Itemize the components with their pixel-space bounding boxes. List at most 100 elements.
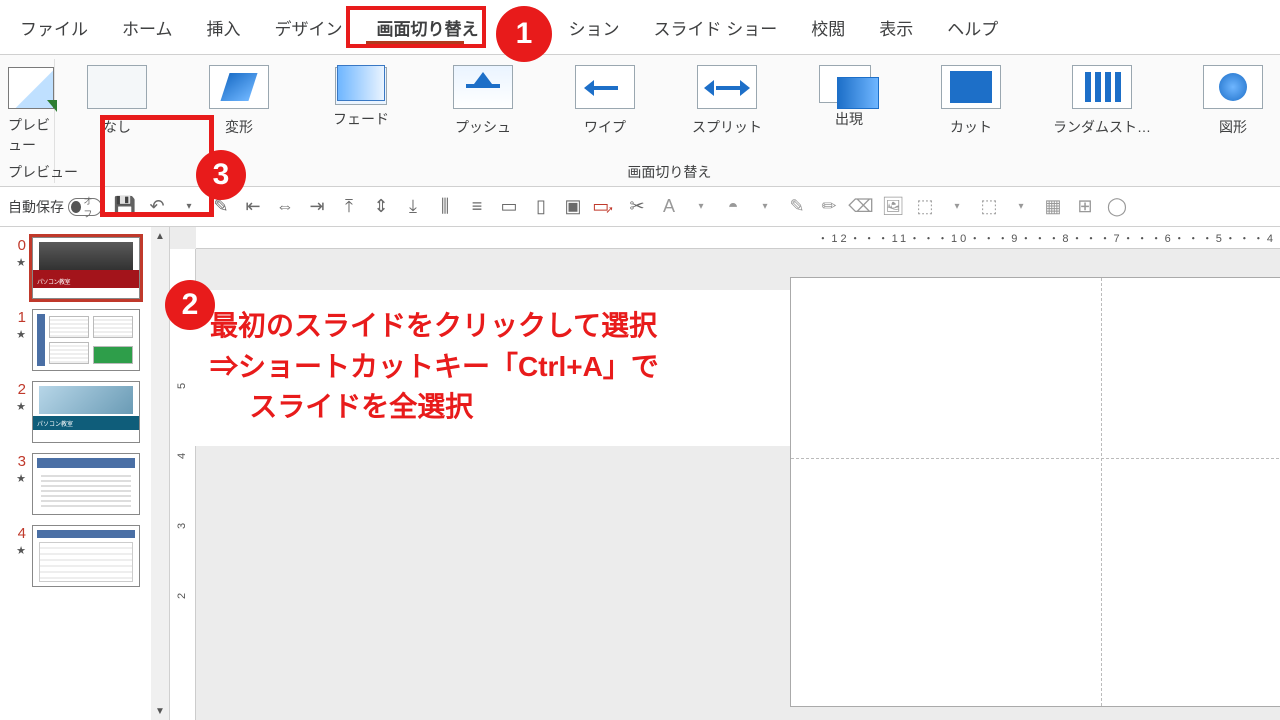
- transition-fade-label: フェード: [333, 109, 389, 129]
- tab-file[interactable]: ファイル: [6, 11, 102, 44]
- align-middle-icon[interactable]: ⇕: [366, 193, 396, 221]
- ribbon-tabs: ファイル ホーム 挿入 デザイン 画面切り替え ション スライド ショー 校閲 …: [0, 0, 1280, 55]
- transition-none-label: なし: [103, 117, 131, 137]
- highlighter-icon[interactable]: ✏: [814, 193, 844, 221]
- save-icon[interactable]: 💾: [110, 193, 140, 221]
- select-arrow-icon[interactable]: ▭➚: [590, 193, 620, 221]
- undo-dropdown-icon[interactable]: ▾: [174, 193, 204, 221]
- transition-none[interactable]: なし: [71, 65, 163, 137]
- picture-icon[interactable]: 🖼: [878, 193, 908, 221]
- tab-hidden-partial[interactable]: ション: [569, 11, 634, 44]
- send-backward-dropdown-icon[interactable]: ▾: [1006, 193, 1036, 221]
- align-top-icon[interactable]: ⤒: [334, 193, 364, 221]
- horizontal-ruler-values: ・12・・・11・・・10・・・9・・・8・・・7・・・6・・・5・・・4: [817, 230, 1276, 246]
- autosave-toggle[interactable]: 自動保存 オフ: [8, 197, 102, 217]
- table-icon[interactable]: ▦: [1038, 193, 1068, 221]
- v-ruler-2: 2: [176, 593, 188, 599]
- grid-icon[interactable]: ⊞: [1070, 193, 1100, 221]
- group-icon[interactable]: ▭: [494, 193, 524, 221]
- v-ruler-3: 3: [176, 523, 188, 529]
- transition-wipe-icon: [575, 65, 635, 109]
- shape-fill-dropdown-icon[interactable]: ▾: [750, 193, 780, 221]
- tab-insert[interactable]: 挿入: [193, 11, 255, 44]
- transition-morph-label: 変形: [225, 117, 253, 137]
- thumbnail-1-number: 1: [8, 309, 26, 326]
- autosave-label: 自動保存: [8, 197, 64, 217]
- tab-transitions[interactable]: 画面切り替え: [363, 11, 493, 44]
- transition-wipe[interactable]: ワイプ: [559, 65, 651, 137]
- eraser-icon[interactable]: ⌫: [846, 193, 876, 221]
- annotation-line-2: ⇒ショートカットキー「Ctrl+A」で: [210, 347, 770, 388]
- thumbnail-2-number: 2: [8, 381, 26, 398]
- thumbnail-scrollbar[interactable]: ▲ ▼: [151, 227, 169, 720]
- oval-icon[interactable]: ◯: [1102, 193, 1132, 221]
- scroll-up-icon[interactable]: ▲: [151, 227, 169, 245]
- transition-random-stripes[interactable]: ランダムスト…: [1047, 65, 1157, 137]
- tab-design[interactable]: デザイン: [261, 11, 357, 44]
- thumbnail-2[interactable]: 2 ★ パソコン教室: [0, 371, 169, 443]
- crop-icon[interactable]: ✂: [622, 193, 652, 221]
- transition-wipe-label: ワイプ: [584, 117, 626, 137]
- thumbnail-4[interactable]: 4 ★: [0, 515, 169, 587]
- distribute-v-icon[interactable]: ≡: [462, 193, 492, 221]
- transition-appear[interactable]: 出現: [803, 65, 895, 137]
- preview-button-label[interactable]: プレビュー: [8, 115, 54, 155]
- align-center-h-icon[interactable]: ⇔: [270, 193, 300, 221]
- tab-slideshow[interactable]: スライド ショー: [640, 11, 792, 44]
- slide-thumbnail-panel: 0 ★ パソコン教室 1 ★ 2 ★ パソコン教室: [0, 227, 170, 720]
- distribute-h-icon[interactable]: ⫼: [430, 193, 460, 221]
- thumbnail-0-star-icon: ★: [16, 256, 26, 269]
- thumbnail-4-number: 4: [8, 525, 26, 542]
- v-ruler-5: 5: [176, 383, 188, 389]
- v-ruler-6: 6: [176, 313, 188, 319]
- annotation-line-1: 最初のスライドをクリックして選択: [210, 306, 770, 347]
- tab-view[interactable]: 表示: [865, 11, 927, 44]
- thumbnail-1[interactable]: 1 ★: [0, 299, 169, 371]
- format-painter-icon[interactable]: ✎: [206, 193, 236, 221]
- tab-review[interactable]: 校閲: [797, 11, 859, 44]
- transition-gallery: なし 変形 フェード プッシュ ワイプ: [63, 59, 1280, 137]
- undo-icon[interactable]: ↶: [142, 193, 172, 221]
- transition-random-label: ランダムスト…: [1053, 117, 1151, 137]
- thumbnail-2-slide[interactable]: パソコン教室: [32, 381, 140, 443]
- thumbnail-4-slide[interactable]: [32, 525, 140, 587]
- slide-canvas[interactable]: [790, 277, 1280, 707]
- tab-home[interactable]: ホーム: [108, 11, 187, 44]
- thumbnail-0[interactable]: 0 ★ パソコン教室: [0, 227, 169, 299]
- transition-morph[interactable]: 変形: [193, 65, 285, 137]
- transition-split[interactable]: スプリット: [681, 65, 773, 137]
- tab-active-underline: [366, 41, 464, 45]
- bring-forward-icon[interactable]: ⬚: [910, 193, 940, 221]
- ribbon-transitions: プレビュー なし 変形 フェード プッシュ: [0, 55, 1280, 187]
- v-ruler-4: 4: [176, 453, 188, 459]
- send-backward-icon[interactable]: ⬚: [974, 193, 1004, 221]
- transition-fade[interactable]: フェード: [315, 65, 407, 137]
- transition-push-label: プッシュ: [455, 117, 511, 137]
- align-left-icon[interactable]: ⇤: [238, 193, 268, 221]
- transition-appear-icon: [819, 65, 879, 109]
- pen-icon[interactable]: ✎: [782, 193, 812, 221]
- scroll-down-icon[interactable]: ▼: [151, 702, 169, 720]
- thumbnail-3-slide[interactable]: [32, 453, 140, 515]
- thumbnail-0-slide[interactable]: パソコン教室: [32, 237, 140, 299]
- transition-cut[interactable]: カット: [925, 65, 1017, 137]
- preview-icon[interactable]: [8, 67, 54, 109]
- transition-cut-icon: [941, 65, 1001, 109]
- font-color-dropdown-icon[interactable]: ▾: [686, 193, 716, 221]
- align-bottom-icon[interactable]: ⤓: [398, 193, 428, 221]
- regroup-icon[interactable]: ▣: [558, 193, 588, 221]
- transition-push[interactable]: プッシュ: [437, 65, 529, 137]
- transition-split-icon: [697, 65, 757, 109]
- transition-morph-icon: [209, 65, 269, 109]
- transition-split-label: スプリット: [692, 117, 762, 137]
- thumbnail-3[interactable]: 3 ★: [0, 443, 169, 515]
- tab-help[interactable]: ヘルプ: [933, 11, 1012, 44]
- transition-shape[interactable]: 図形: [1187, 65, 1279, 137]
- shape-fill-icon[interactable]: ◓: [718, 193, 748, 221]
- thumbnail-1-slide[interactable]: [32, 309, 140, 371]
- align-right-icon[interactable]: ⇥: [302, 193, 332, 221]
- bring-forward-dropdown-icon[interactable]: ▾: [942, 193, 972, 221]
- font-color-icon[interactable]: A: [654, 193, 684, 221]
- ungroup-icon[interactable]: ▯: [526, 193, 556, 221]
- guide-horizontal: [791, 458, 1280, 459]
